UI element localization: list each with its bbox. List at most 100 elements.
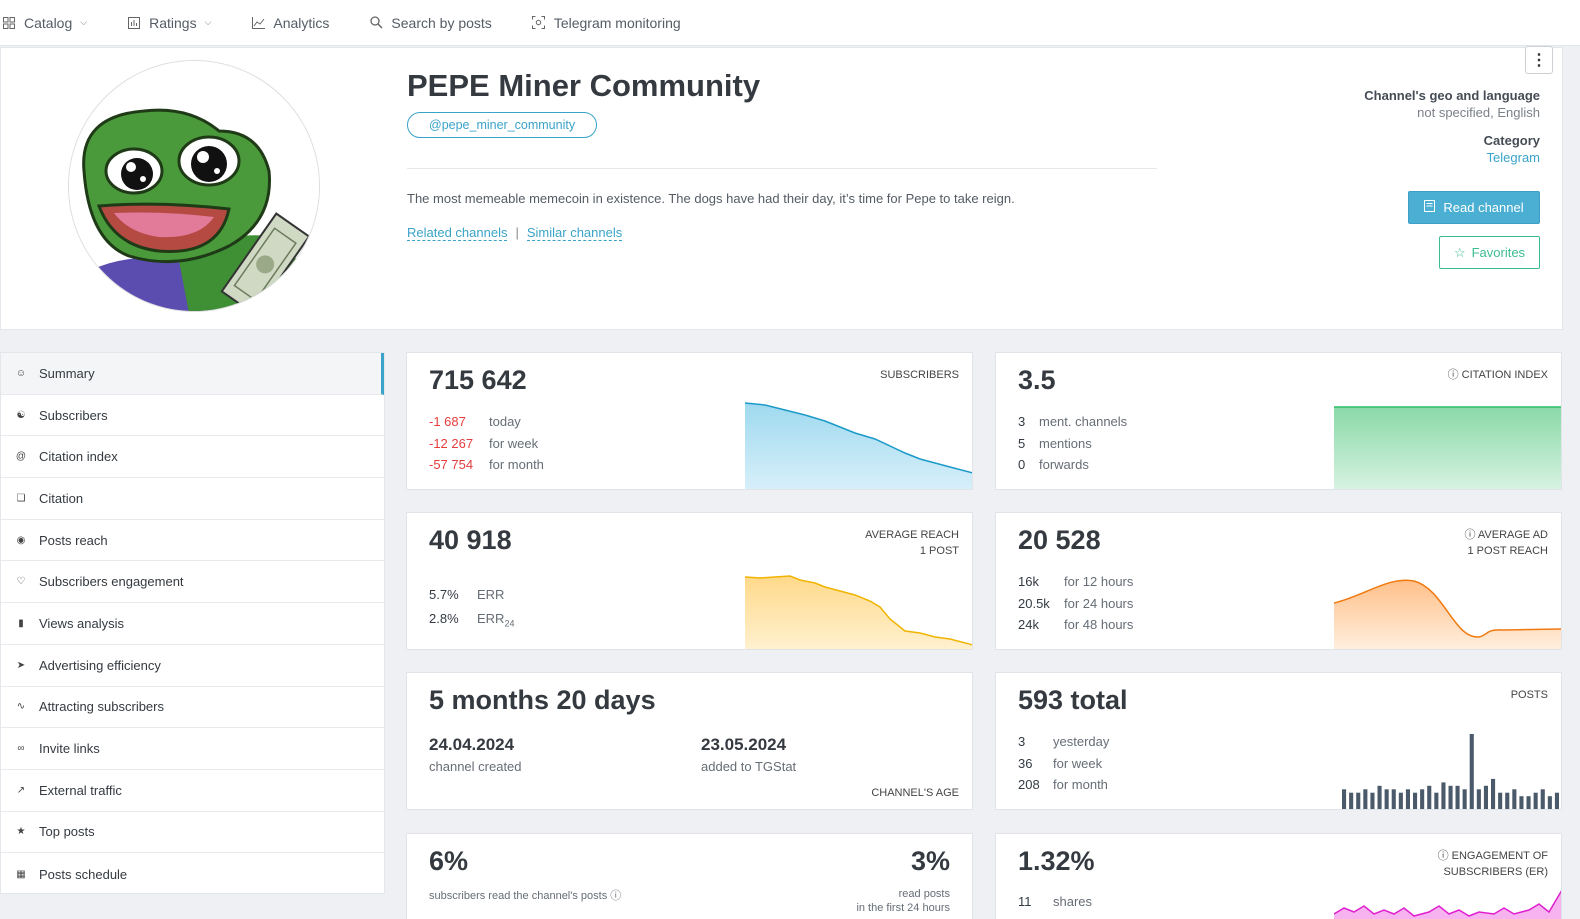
change-period: for month — [489, 457, 544, 472]
change-value: -12 267 — [429, 435, 474, 451]
more-menu-button[interactable]: ⋮ — [1525, 46, 1553, 74]
card-label-line: ⓘ ENGAGEMENT OF — [1438, 848, 1548, 864]
favorites-button[interactable]: ☆ Favorites — [1439, 236, 1540, 269]
posts-bar — [1554, 792, 1559, 809]
citation-index-value: 3.5 — [1018, 365, 1056, 395]
posts-bar — [1505, 792, 1510, 809]
read-24h-value: 3% — [910, 846, 950, 876]
nav-ratings[interactable]: Ratings ⌵ — [127, 15, 211, 31]
channel-description: The most memeable memecoin in existence.… — [407, 191, 1015, 206]
sidebar-item-attracting-subscribers[interactable]: ∿ Attracting subscribers — [1, 687, 384, 729]
posts-bar — [1434, 792, 1439, 809]
posts-bar — [1420, 789, 1425, 809]
stat-row: 24k for 48 hours — [1018, 614, 1133, 636]
change-row: -57 754 for month — [429, 454, 544, 476]
average-ad-reach-value: 20 528 — [1018, 525, 1101, 555]
sidebar-item-advertising-efficiency[interactable]: ➤ Advertising efficiency — [1, 645, 384, 687]
stat-value: 24k — [1018, 617, 1039, 632]
stat-label: for 24 hours — [1064, 595, 1134, 611]
sidebar-item-summary[interactable]: ☺ Summary — [1, 353, 384, 395]
category-link[interactable]: Telegram — [1484, 150, 1540, 165]
card-label: POSTS — [1510, 689, 1548, 701]
info-icon: ⓘ — [1464, 529, 1478, 541]
chevron-down-icon: ⌵ — [204, 17, 212, 27]
subscribers-changes: -1 687 today -12 267 for week -57 754 for m… — [429, 411, 544, 476]
favorites-label: Favorites — [1471, 245, 1526, 260]
posts-bar — [1391, 789, 1396, 809]
posts-bar — [1526, 796, 1531, 809]
stat-label: for month — [1053, 777, 1108, 792]
sidebar-item-label: External traffic — [39, 782, 122, 798]
book-icon — [1424, 200, 1436, 215]
sidebar-item-external-traffic[interactable]: ↗ External traffic — [1, 770, 384, 812]
err-stats: 5.7% ERR 2.8% ERR24 — [429, 583, 514, 636]
posts-stats: 3 yesterday 36 for week 208 for month — [1018, 731, 1109, 796]
sidebar-item-posts-reach[interactable]: ◉ Posts reach — [1, 520, 384, 562]
change-value: -57 754 — [429, 457, 474, 472]
subscribers-card[interactable]: 715 642 SUBSCRIBERS -1 687 today -12 267 f… — [406, 352, 973, 490]
stat-label: mentions — [1039, 435, 1092, 451]
nav-label: Ratings — [149, 14, 197, 31]
sidebar-item-citation[interactable]: ❏ Citation — [1, 478, 384, 520]
similar-channels-link[interactable]: Similar channels — [526, 225, 623, 241]
read-percent-text-block: subscribers read the channel's posts ⓘ — [429, 887, 621, 903]
info-icon[interactable]: ⓘ — [610, 890, 621, 902]
stat-label: ERR24 — [477, 607, 514, 636]
reach-sparkline — [745, 575, 972, 649]
posts-bar — [1377, 785, 1382, 809]
stat-row: 16k for 12 hours — [1018, 571, 1133, 593]
posts-total: 593 total — [1018, 685, 1128, 716]
related-channels-link[interactable]: Related channels — [407, 225, 508, 241]
average-reach-card[interactable]: 40 918 AVERAGE REACH 1 POST 5.7% ERR 2.8% E… — [406, 512, 973, 650]
sidebar-item-views-analysis[interactable]: ▮ Views analysis — [1, 603, 384, 645]
stat-value: 208 — [1018, 777, 1040, 792]
engagement-card[interactable]: 1.32% ⓘ ENGAGEMENT OF SUBSCRIBERS (ER) 11… — [995, 833, 1562, 919]
stat-label-text: ERR — [477, 610, 505, 626]
eye-icon: ◉ — [16, 534, 26, 546]
sidebar-item-label: Views analysis — [39, 615, 125, 631]
chart-line-icon — [251, 16, 265, 30]
nav-telegram-monitoring[interactable]: Telegram monitoring — [532, 15, 681, 31]
chevron-down-icon: ⌵ — [80, 17, 88, 27]
average-ad-reach-card[interactable]: 20 528 ⓘ AVERAGE AD 1 POST REACH 16k for 1… — [995, 512, 1562, 650]
read-percent-value: 6% — [429, 846, 469, 876]
card-label: ⓘ AVERAGE AD 1 POST REACH — [1464, 527, 1548, 559]
posts-card[interactable]: 593 total POSTS 3 yesterday 36 for week 20… — [995, 672, 1562, 810]
rocket-icon: ➤ — [16, 659, 26, 671]
bar-chart-icon: ▮ — [18, 617, 24, 629]
read-channel-label: Read channel — [1443, 200, 1524, 215]
sidebar-item-citation-index[interactable]: @ Citation index — [1, 436, 384, 479]
sidebar-item-label: Citation — [39, 490, 84, 506]
read-24h-text: read posts in the first 24 hours — [856, 887, 950, 915]
posts-bar — [1356, 792, 1361, 809]
nav-search-posts[interactable]: Search by posts — [369, 15, 492, 31]
citation-index-card[interactable]: 3.5 ⓘ CITATION INDEX 3 ment. channels 5 me… — [995, 352, 1562, 490]
sidebar-item-label: Subscribers — [39, 407, 108, 423]
stat-label: for 48 hours — [1064, 617, 1134, 632]
subscribers-sparkline — [745, 402, 972, 489]
sidebar-item-top-posts[interactable]: ★ Top posts — [1, 812, 384, 854]
sidebar-item-subscribers-engagement[interactable]: ♡ Subscribers engagement — [1, 561, 384, 604]
posts-bar — [1349, 792, 1354, 809]
card-label-line: AVERAGE REACH — [865, 529, 959, 541]
stat-value: 36 — [1018, 755, 1033, 771]
posts-bar — [1342, 789, 1347, 809]
posts-bar — [1491, 778, 1496, 809]
thumbs-up-icon: ★ — [16, 826, 26, 838]
sidebar-item-posts-schedule[interactable]: ▦ Posts schedule — [1, 853, 384, 895]
created-block: 24.04.2024 channel created — [429, 735, 522, 774]
card-label-line: 1 POST — [919, 545, 959, 557]
search-icon — [369, 16, 383, 30]
card-label-text: AVERAGE AD — [1477, 529, 1548, 541]
sidebar-item-invite-links[interactable]: ∞ Invite links — [1, 728, 384, 770]
sidebar-item-label: Subscribers engagement — [39, 574, 184, 590]
stat-row: 208 for month — [1018, 774, 1109, 796]
nav-analytics[interactable]: Analytics — [251, 15, 329, 31]
calendar-icon: ▦ — [16, 868, 26, 880]
sidebar-item-subscribers[interactable]: ☯ Subscribers — [1, 395, 384, 437]
change-period: for week — [489, 435, 539, 451]
read-channel-button[interactable]: Read channel — [1408, 191, 1540, 224]
info-icon: ⓘ — [1437, 850, 1452, 862]
channel-username-link[interactable]: @pepe_miner_community — [407, 112, 598, 138]
nav-catalog[interactable]: Catalog ⌵ — [2, 15, 87, 31]
